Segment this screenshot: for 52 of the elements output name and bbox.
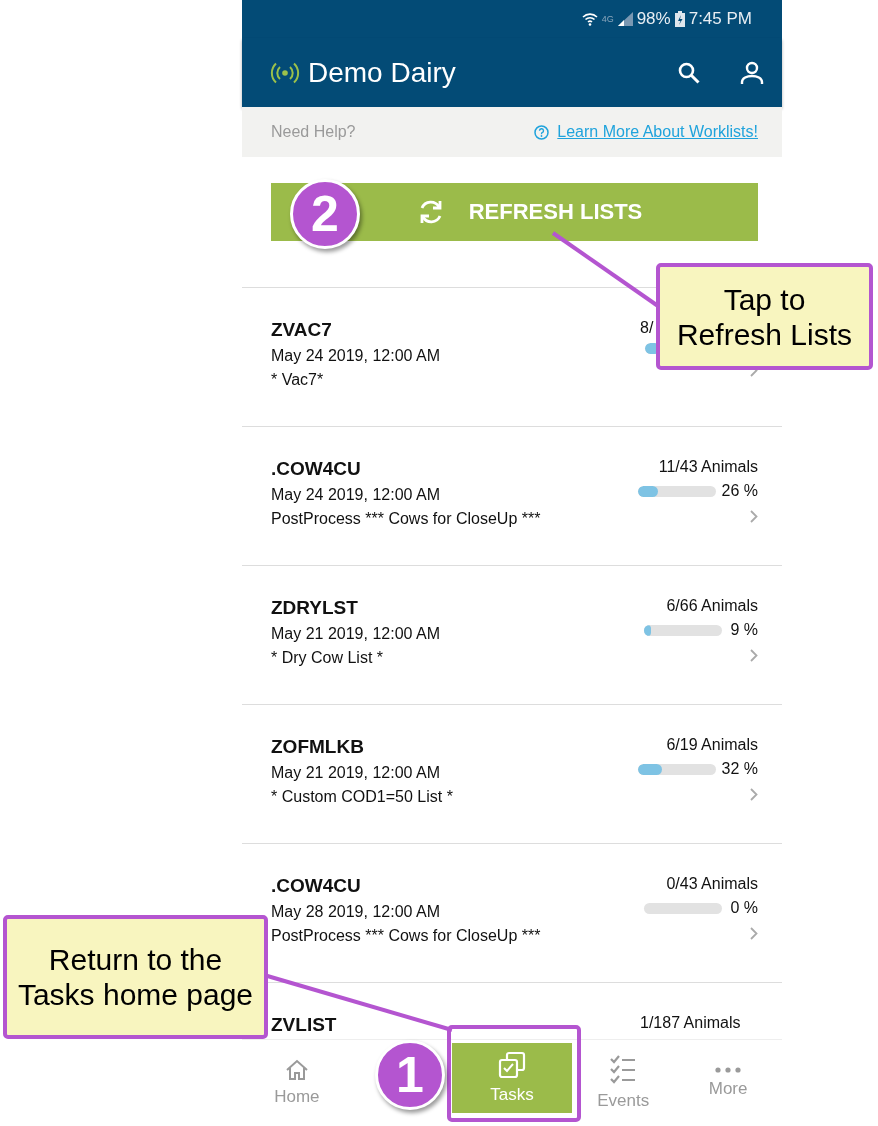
worklist-description: * Dry Cow List * — [271, 649, 385, 667]
clock: 7:45 PM — [688, 9, 752, 29]
animal-count: 8/ — [640, 319, 654, 337]
worklist-name: ZVLIST — [271, 1014, 338, 1036]
more-icon — [715, 1067, 742, 1073]
worklist-date: May 28 2019, 12:00 AM — [271, 903, 441, 921]
progress-percent: 32 % — [721, 760, 758, 778]
battery-level: 98% — [636, 9, 671, 29]
search-icon[interactable] — [678, 61, 700, 84]
animal-count: 6/19 Animals — [666, 736, 758, 754]
worklist-name: ZDRYLST — [271, 597, 359, 619]
progress-percent: 9 % — [729, 621, 758, 639]
animal-count: 11/43 Animals — [658, 458, 758, 476]
worklist-name: ZVAC7 — [271, 319, 333, 341]
worklist-name: .COW4CU — [271, 875, 362, 897]
progress-percent: 0 % — [729, 899, 758, 917]
animal-count: 6/66 Animals — [666, 597, 758, 615]
worklist-row[interactable]: .COW4CU May 24 2019, 12:00 AM PostProcess *** Cows for CloseUp *** 11/43 Animals 26 % — [242, 427, 782, 566]
signal-icon — [617, 12, 633, 26]
checklist-icon — [610, 1055, 637, 1085]
chevron-right-icon — [750, 649, 758, 662]
help-prompt: Need Help? — [271, 123, 356, 141]
callout-tooltip: Tap to Refresh Lists — [656, 263, 873, 370]
network-type: 4G — [601, 14, 614, 24]
worklist-date: May 21 2019, 12:00 AM — [271, 764, 441, 782]
worklist-description: PostProcess *** Cows for CloseUp *** — [271, 927, 542, 945]
worklist-name: ZOFMLKB — [271, 736, 365, 758]
user-icon[interactable] — [740, 60, 764, 85]
worklist-name: .COW4CU — [271, 458, 362, 480]
worklist-date: May 24 2019, 12:00 AM — [271, 347, 441, 365]
animal-count: 1/187 Animals — [640, 1014, 741, 1032]
battery-icon — [674, 11, 685, 27]
app-title: Demo Dairy — [308, 56, 456, 89]
help-icon — [534, 124, 550, 140]
chevron-right-icon — [750, 510, 758, 523]
step-badge: 2 — [290, 179, 360, 249]
worklist-row[interactable]: ZOFMLKB May 21 2019, 12:00 AM * Custom COD1=50 List * 6/19 Animals 32 % — [242, 705, 782, 844]
worklist-date: May 24 2019, 12:00 AM — [271, 486, 441, 504]
progress-percent: 26 % — [721, 482, 758, 500]
worklist-description: PostProcess *** Cows for CloseUp *** — [271, 510, 542, 528]
worklist-date: May 21 2019, 12:00 AM — [271, 625, 441, 643]
worklist-row[interactable]: ZDRYLST May 21 2019, 12:00 AM * Dry Cow List * 6/66 Animals 9 % — [242, 566, 782, 705]
wifi-icon — [581, 11, 598, 27]
checklist-copy-icon — [498, 1051, 526, 1079]
worklist-description: * Vac7* — [271, 371, 325, 389]
home-icon — [284, 1059, 309, 1081]
worklist-description: * Custom COD1=50 List * — [271, 788, 454, 806]
broadcast-icon — [270, 61, 300, 84]
chevron-right-icon — [750, 788, 758, 801]
chevron-right-icon — [750, 927, 758, 940]
animal-count: 0/43 Animals — [666, 875, 758, 893]
callout-tooltip: Return to the Tasks home page — [3, 915, 268, 1039]
